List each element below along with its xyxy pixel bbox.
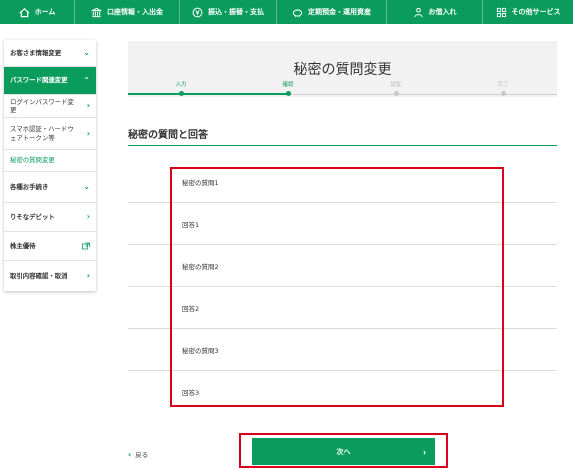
sidebar-item-transaction-history[interactable]: 取引内容確認・取消 ›: [4, 261, 96, 291]
chevron-down-icon: ⌄: [83, 47, 90, 57]
step-dot: [178, 91, 184, 96]
nav-transfer-label: 振込・振替・支払: [208, 8, 264, 16]
sidebar-item-password[interactable]: パスワード関連変更 ⌃: [4, 67, 96, 95]
sidebar-item-secret-question[interactable]: 秘密の質問変更: [4, 150, 96, 172]
step-confirm: 確認: [273, 80, 303, 96]
grid-icon: [496, 7, 507, 18]
step-track-progress: [128, 93, 291, 95]
step-label: 認証: [390, 82, 402, 88]
nav-loan[interactable]: お借入れ: [387, 0, 483, 24]
nav-account-info-label: 口座情報・入出金: [107, 8, 163, 16]
step-label: 完了: [497, 82, 509, 88]
row-label: 回答1: [182, 220, 200, 229]
yen-coin-icon: [192, 7, 203, 18]
section-title: 秘密の質問と回答: [128, 130, 208, 141]
sidebar-item-smartphone-auth[interactable]: スマホ認証・ハードウェアトークン等 ›: [4, 118, 96, 150]
list-item: 回答2: [128, 287, 557, 329]
piggy-bank-icon: [292, 7, 303, 18]
sidebar-item-label: ログインパスワード変更: [10, 97, 74, 114]
nav-home-label: ホーム: [34, 8, 56, 16]
chevron-right-icon: ›: [86, 100, 90, 110]
chevron-down-icon: ⌄: [83, 181, 90, 191]
top-navigation: ホーム 口座情報・入出金 振込・振替・支払 定期預金・運用資産 お借入れ その他…: [0, 0, 573, 24]
next-button-label: 次へ: [336, 448, 351, 456]
row-label: 秘密の質問3: [182, 346, 219, 355]
chevron-up-icon: ⌃: [83, 75, 90, 85]
step-auth: 認証: [381, 80, 411, 96]
person-money-icon: [413, 7, 424, 18]
sidebar-item-resona-debit[interactable]: りそなデビット ›: [4, 203, 96, 232]
nav-deposit[interactable]: 定期預金・運用資産: [277, 0, 387, 24]
sidebar-item-label: スマホ認証・ハードウェアトークン等: [10, 125, 74, 142]
next-button[interactable]: 次へ ›: [252, 438, 435, 465]
sidebar-item-label: 株主優待: [10, 241, 36, 250]
chevron-right-icon: ›: [86, 270, 90, 280]
nav-other-services-label: その他サービス: [511, 8, 561, 16]
back-link[interactable]: ‹ 戻る: [128, 449, 149, 460]
list-item: 秘密の質問1: [128, 161, 557, 203]
row-label: 秘密の質問1: [182, 178, 219, 187]
house-icon: [19, 7, 30, 18]
list-item: 秘密の質問2: [128, 245, 557, 287]
row-label: 回答2: [182, 304, 200, 313]
sidebar-item-procedures[interactable]: 各種お手続き ⌄: [4, 172, 96, 203]
nav-other-services[interactable]: その他サービス: [483, 0, 573, 24]
list-item: 回答3: [128, 371, 557, 413]
sidebar-item-login-password[interactable]: ログインパスワード変更 ›: [4, 95, 96, 118]
step-dot: [500, 91, 506, 96]
building-icon: [91, 7, 102, 18]
sidebar-item-label: お客さま情報変更: [10, 48, 62, 57]
page-title: 秘密の質問変更: [293, 62, 392, 78]
chevron-right-icon: ›: [86, 211, 90, 221]
sidebar-item-label: 各種お手続き: [10, 182, 49, 191]
list-item: 回答1: [128, 203, 557, 245]
chevron-left-icon: ‹: [128, 449, 132, 459]
step-dot: [393, 91, 399, 96]
section-divider: [128, 145, 557, 146]
row-label: 秘密の質問2: [182, 262, 219, 271]
step-label: 入力: [175, 82, 187, 88]
chevron-right-icon: ›: [86, 128, 90, 138]
row-label: 回答3: [182, 389, 200, 397]
nav-loan-label: お借入れ: [428, 8, 457, 16]
step-dot: [285, 91, 291, 96]
list-item: 秘密の質問3: [128, 329, 557, 371]
question-answer-list: 秘密の質問1 回答1 秘密の質問2 回答2 秘密の質問3 回答3: [128, 161, 557, 413]
sidebar-item-label: パスワード関連変更: [10, 76, 68, 85]
external-link-icon: [82, 242, 90, 250]
sidebar-item-customer-info[interactable]: お客さま情報変更 ⌄: [4, 40, 96, 67]
chevron-right-icon: ›: [423, 446, 426, 457]
sidebar-item-shareholder-benefits[interactable]: 株主優待: [4, 232, 96, 261]
sidebar-item-label: りそなデビット: [10, 212, 55, 221]
sidebar-item-label: 秘密の質問変更: [10, 156, 55, 165]
nav-account-info[interactable]: 口座情報・入出金: [75, 0, 180, 24]
sidebar: お客さま情報変更 ⌄ パスワード関連変更 ⌃ ログインパスワード変更 › スマホ…: [4, 40, 96, 291]
back-link-label: 戻る: [135, 451, 149, 459]
step-input: 入力: [166, 80, 196, 96]
nav-deposit-label: 定期預金・運用資産: [308, 8, 371, 16]
sidebar-item-label: 取引内容確認・取消: [10, 271, 68, 280]
step-indicator: 入力 確認 認証 完了: [128, 80, 557, 100]
step-label: 確認: [282, 82, 294, 88]
step-complete: 完了: [488, 80, 518, 96]
nav-transfer[interactable]: 振込・振替・支払: [180, 0, 277, 24]
nav-home[interactable]: ホーム: [0, 0, 75, 24]
